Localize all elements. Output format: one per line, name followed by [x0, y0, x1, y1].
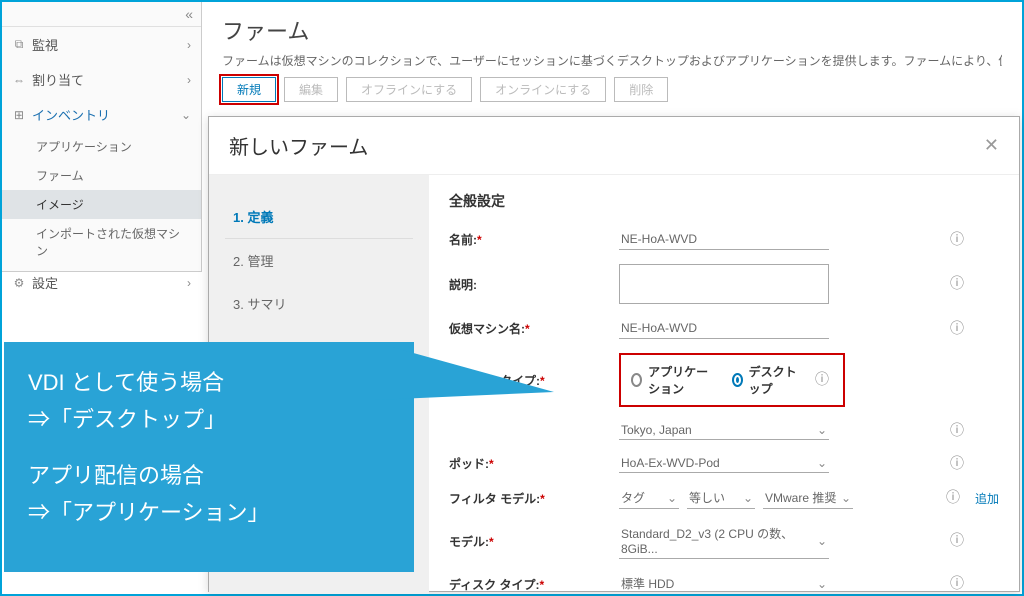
share-icon: ⇔: [12, 73, 26, 87]
info-icon[interactable]: ⓘ: [949, 576, 965, 592]
chevron-down-icon: ⌄: [817, 456, 827, 470]
label-disk-type: ディスク タイプ:*: [449, 576, 619, 593]
sidebar-item-inventory[interactable]: ⊞ インベントリ ⌄: [2, 97, 201, 132]
sidebar: « ⧉ 監視 › ⇔ 割り当て › ⊞ インベントリ ⌄ アプリケーション ファ…: [2, 2, 202, 272]
page-title: ファーム: [222, 14, 1002, 46]
sidebar-item-label: インベントリ: [32, 105, 110, 124]
info-icon[interactable]: ⓘ: [945, 490, 961, 506]
sidebar-item-label: 割り当て: [32, 70, 84, 89]
chevron-down-icon: ⌄: [667, 491, 677, 505]
close-icon[interactable]: ✕: [984, 135, 999, 156]
sidebar-collapse[interactable]: «: [2, 2, 201, 27]
info-icon[interactable]: ⓘ: [949, 232, 965, 248]
page-description: ファームは仮想マシンのコレクションで、ユーザーにセッションに基づくデスクトップお…: [222, 52, 1002, 69]
disk-type-select[interactable]: 標準 HDD⌄: [619, 573, 829, 594]
chevron-down-icon: ⌄: [841, 491, 851, 505]
sidebar-sub-farms[interactable]: ファーム: [2, 161, 201, 190]
name-input[interactable]: [619, 229, 829, 250]
new-button[interactable]: 新規: [222, 77, 276, 102]
sidebar-sub-applications[interactable]: アプリケーション: [2, 132, 201, 161]
chevron-down-icon: ⌄: [743, 491, 753, 505]
info-icon[interactable]: ⓘ: [949, 456, 965, 472]
gear-icon: ⚙: [12, 276, 26, 290]
radio-application[interactable]: アプリケーション: [631, 363, 716, 397]
form-section-title: 全般設定: [449, 191, 999, 211]
vm-name-input[interactable]: [619, 318, 829, 339]
pod-select[interactable]: HoA-Ex-WVD-Pod⌄: [619, 454, 829, 473]
info-icon[interactable]: ⓘ: [949, 321, 965, 337]
sidebar-sub-images[interactable]: イメージ: [2, 190, 201, 219]
chevron-down-icon: ⌄: [817, 423, 827, 437]
label-description: 説明:: [449, 276, 619, 293]
chevron-right-icon: ›: [187, 73, 191, 87]
online-button: オンラインにする: [480, 77, 606, 102]
chart-icon: ⧉: [12, 37, 26, 52]
annotation-callout: VDI として使う場合 ⇒「デスクトップ」 アプリ配信の場合 ⇒「アプリケーショ…: [4, 342, 414, 572]
modal-header: 新しいファーム ✕: [209, 117, 1019, 175]
callout-line: アプリ配信の場合: [28, 457, 390, 494]
delete-button: 削除: [614, 77, 668, 102]
info-icon[interactable]: ⓘ: [949, 423, 965, 439]
callout-line: ⇒「アプリケーション」: [28, 494, 390, 531]
sidebar-item-monitor[interactable]: ⧉ 監視 ›: [2, 27, 201, 62]
radio-icon: [631, 373, 642, 387]
chevron-down-icon: ⌄: [817, 577, 827, 591]
chevron-right-icon: ›: [187, 38, 191, 52]
step-manage[interactable]: 2. 管理: [225, 239, 413, 282]
info-icon[interactable]: ⓘ: [949, 276, 965, 292]
label-filter: フィルタ モデル:*: [449, 490, 619, 507]
chevron-down-icon: ⌄: [181, 108, 191, 122]
edit-button: 編集: [284, 77, 338, 102]
location-select[interactable]: Tokyo, Japan⌄: [619, 421, 829, 440]
sidebar-item-settings[interactable]: ⚙ 設定 ›: [2, 265, 201, 300]
chevron-right-icon: ›: [187, 276, 191, 290]
label-name: 名前:*: [449, 231, 619, 248]
grid-icon: ⊞: [12, 108, 26, 122]
offline-button: オフラインにする: [346, 77, 472, 102]
step-summary[interactable]: 3. サマリ: [225, 282, 413, 325]
radio-desktop[interactable]: デスクトップ: [732, 363, 799, 397]
main-area: ファーム ファームは仮想マシンのコレクションで、ユーザーにセッションに基づくデス…: [202, 2, 1022, 114]
sidebar-item-assign[interactable]: ⇔ 割り当て ›: [2, 62, 201, 97]
info-icon[interactable]: ⓘ: [949, 533, 965, 549]
filter-value-select[interactable]: VMware 推奨⌄: [763, 487, 853, 509]
sidebar-item-label: 監視: [32, 35, 58, 54]
model-select[interactable]: Standard_D2_v3 (2 CPU の数、8GiB...⌄: [619, 523, 829, 559]
step-definition[interactable]: 1. 定義: [225, 195, 413, 239]
info-icon[interactable]: ⓘ: [815, 372, 829, 388]
modal-title: 新しいファーム: [229, 131, 368, 160]
toolbar: 新規 編集 オフラインにする オンラインにする 削除: [222, 77, 1002, 102]
sidebar-item-label: 設定: [32, 273, 58, 292]
sidebar-sub-imported-vm[interactable]: インポートされた仮想マシン: [2, 219, 201, 265]
description-input[interactable]: [619, 264, 829, 304]
callout-line: ⇒「デスクトップ」: [28, 401, 390, 438]
callout-line: VDI として使う場合: [28, 364, 390, 401]
farm-type-radio-group: アプリケーション デスクトップ ⓘ: [619, 353, 845, 407]
add-filter-link[interactable]: 追加: [975, 490, 999, 507]
filter-tag-select[interactable]: タグ⌄: [619, 487, 679, 509]
radio-icon: [732, 373, 743, 387]
label-model: モデル:*: [449, 533, 619, 550]
label-pod: ポッド:*: [449, 455, 619, 472]
label-vm-name: 仮想マシン名:*: [449, 320, 619, 337]
filter-op-select[interactable]: 等しい⌄: [687, 487, 755, 509]
chevron-down-icon: ⌄: [817, 534, 827, 548]
